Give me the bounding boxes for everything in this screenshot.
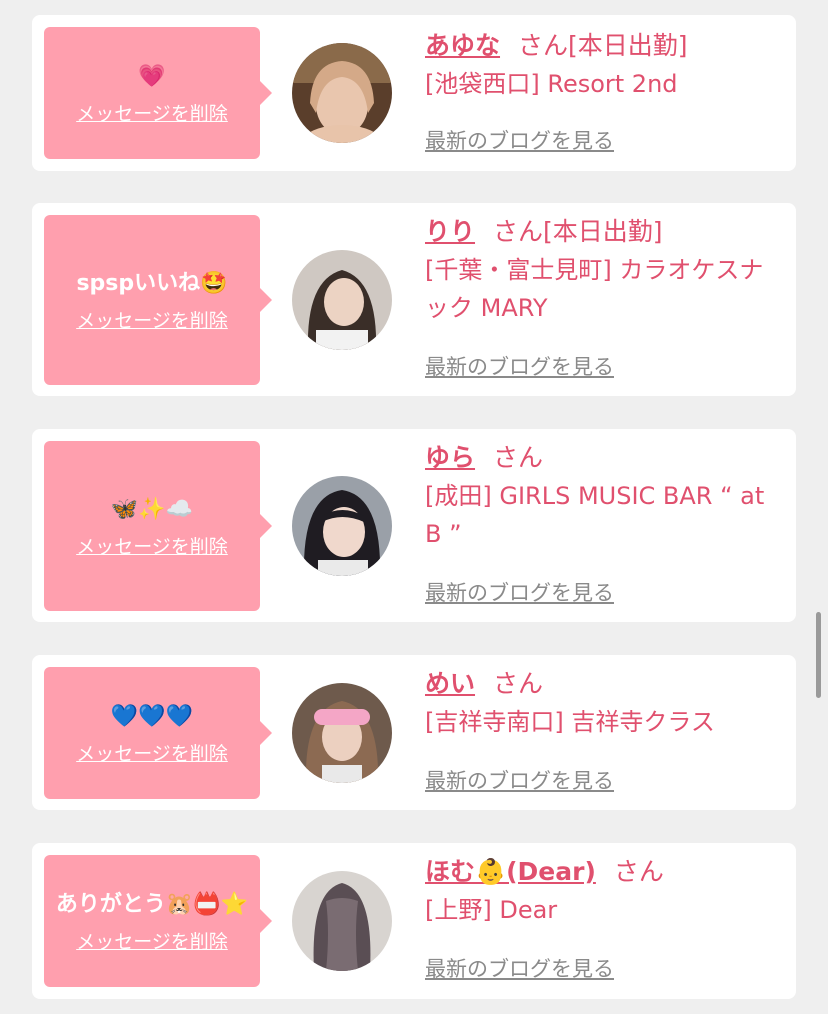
- cast-status: さん[本日出勤]: [518, 31, 688, 60]
- latest-blog-link[interactable]: 最新のブログを見る: [425, 953, 614, 983]
- avatar-photo: [292, 476, 392, 576]
- scrollbar[interactable]: [816, 612, 821, 698]
- avatar-photo: [292, 871, 392, 971]
- latest-blog-link[interactable]: 最新のブログを見る: [425, 765, 614, 795]
- favorite-list: 💗 メッセージを削除 あゆな さん[本日出勤] [池袋西口] Resort 2nd…: [0, 0, 828, 1014]
- list-item: ありがとう🐹📛⭐ メッセージを削除 ほむ👶(Dear) さん [上野] Dear …: [32, 843, 796, 999]
- list-item: 💙💙💙 メッセージを削除 めい さん [吉祥寺南口] 吉祥寺クラス 最新のブログを…: [32, 655, 796, 810]
- delete-message-link[interactable]: メッセージを削除: [76, 927, 228, 954]
- cast-status: さん[本日出勤]: [493, 217, 663, 246]
- avatar-photo: [292, 250, 392, 350]
- delete-message-link[interactable]: メッセージを削除: [76, 99, 228, 126]
- message-text: spspいいね🤩: [76, 270, 228, 296]
- avatar-photo: [292, 43, 392, 143]
- avatar[interactable]: [292, 871, 392, 971]
- message-bubble: 🦋✨☁️ メッセージを削除: [44, 441, 272, 611]
- shop-name: [成田] GIRLS MUSIC BAR “ at B ”: [425, 482, 765, 548]
- blog-row: 最新のブログを見る: [425, 765, 782, 795]
- cast-info: あゆな さん[本日出勤] [池袋西口] Resort 2nd: [425, 29, 782, 103]
- cast-name-link[interactable]: あゆな: [425, 31, 500, 60]
- message-text: 💙💙💙: [110, 703, 194, 729]
- cast-info: ほむ👶(Dear) さん [上野] Dear: [425, 855, 782, 929]
- cast-status: さん: [493, 443, 544, 472]
- blog-row: 最新のブログを見る: [425, 125, 782, 155]
- latest-blog-link[interactable]: 最新のブログを見る: [425, 351, 614, 381]
- avatar[interactable]: [292, 43, 392, 143]
- cast-info: りり さん[本日出勤] [千葉・富士見町] カラオケスナック MARY: [425, 215, 782, 327]
- message-bubble: spspいいね🤩 メッセージを削除: [44, 215, 272, 385]
- cast-status: さん: [613, 857, 664, 886]
- avatar[interactable]: [292, 683, 392, 783]
- shop-name: [上野] Dear: [425, 896, 558, 924]
- shop-name: [千葉・富士見町] カラオケスナック MARY: [425, 256, 764, 322]
- message-text: 🦋✨☁️: [110, 496, 194, 522]
- avatar-photo: [292, 683, 392, 783]
- message-text: 💗: [138, 63, 166, 89]
- cast-info: めい さん [吉祥寺南口] 吉祥寺クラス: [425, 667, 782, 741]
- cast-name-link[interactable]: ほむ👶(Dear): [425, 857, 596, 886]
- message-bubble: ありがとう🐹📛⭐ メッセージを削除: [44, 855, 272, 987]
- cast-name-link[interactable]: ゆら: [425, 443, 475, 472]
- message-bubble: 💗 メッセージを削除: [44, 27, 272, 159]
- shop-name: [吉祥寺南口] 吉祥寺クラス: [425, 708, 715, 736]
- delete-message-link[interactable]: メッセージを削除: [76, 739, 228, 766]
- latest-blog-link[interactable]: 最新のブログを見る: [425, 125, 614, 155]
- cast-info: ゆら さん [成田] GIRLS MUSIC BAR “ at B ”: [425, 441, 782, 553]
- message-text: ありがとう🐹📛⭐: [55, 891, 249, 917]
- blog-row: 最新のブログを見る: [425, 351, 782, 381]
- list-item: spspいいね🤩 メッセージを削除 りり さん[本日出勤] [千葉・富士見町] カ…: [32, 203, 796, 396]
- cast-name-link[interactable]: めい: [425, 669, 475, 698]
- delete-message-link[interactable]: メッセージを削除: [76, 306, 228, 333]
- message-bubble: 💙💙💙 メッセージを削除: [44, 667, 272, 799]
- latest-blog-link[interactable]: 最新のブログを見る: [425, 577, 614, 607]
- list-item: 💗 メッセージを削除 あゆな さん[本日出勤] [池袋西口] Resort 2nd…: [32, 15, 796, 171]
- delete-message-link[interactable]: メッセージを削除: [76, 532, 228, 559]
- cast-status: さん: [493, 669, 544, 698]
- list-item: 🦋✨☁️ メッセージを削除 ゆら さん [成田] GIRLS MUSIC BAR …: [32, 429, 796, 622]
- blog-row: 最新のブログを見る: [425, 577, 782, 607]
- blog-row: 最新のブログを見る: [425, 953, 782, 983]
- avatar[interactable]: [292, 476, 392, 576]
- cast-name-link[interactable]: りり: [425, 217, 475, 246]
- avatar[interactable]: [292, 250, 392, 350]
- shop-name: [池袋西口] Resort 2nd: [425, 70, 678, 98]
